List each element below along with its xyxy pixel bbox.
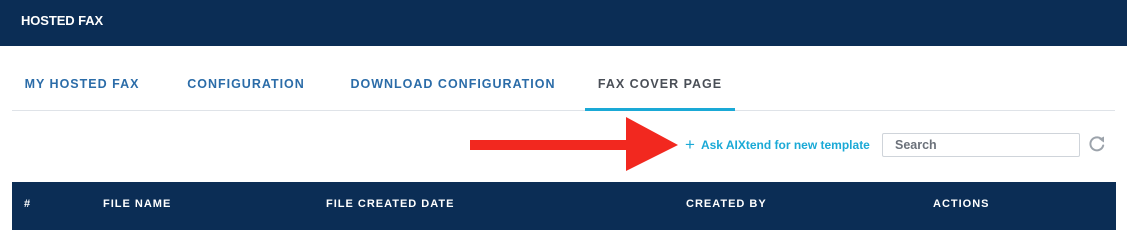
- plus-icon: +: [685, 135, 695, 154]
- red-arrow-annotation: [470, 117, 678, 171]
- column-header-created-by: CREATED BY: [686, 198, 767, 210]
- tab-my-hosted-fax[interactable]: MY HOSTED FAX: [12, 64, 152, 108]
- tab-bar: MY HOSTED FAX CONFIGURATION DOWNLOAD CON…: [12, 64, 1115, 111]
- column-header-actions: ACTIONS: [933, 198, 990, 210]
- tab-download-configuration[interactable]: DOWNLOAD CONFIGURATION: [338, 64, 568, 108]
- refresh-icon[interactable]: [1088, 135, 1106, 153]
- column-header-number: #: [24, 198, 32, 210]
- tab-fax-cover-page[interactable]: FAX COVER PAGE: [585, 64, 735, 111]
- ask-aixtend-link[interactable]: + Ask AIXtend for new template: [685, 135, 870, 155]
- app-title: HOSTED FAX: [21, 13, 104, 28]
- arrow-shape: [470, 117, 678, 171]
- table-header-row: # FILE NAME FILE CREATED DATE CREATED BY…: [12, 182, 1116, 230]
- search-input[interactable]: [882, 133, 1080, 157]
- column-header-file-name: FILE NAME: [103, 198, 172, 210]
- column-header-file-created-date: FILE CREATED DATE: [326, 198, 455, 210]
- app-header: HOSTED FAX: [0, 0, 1127, 46]
- tab-configuration[interactable]: CONFIGURATION: [172, 64, 320, 108]
- ask-aixtend-label: Ask AIXtend for new template: [700, 138, 870, 152]
